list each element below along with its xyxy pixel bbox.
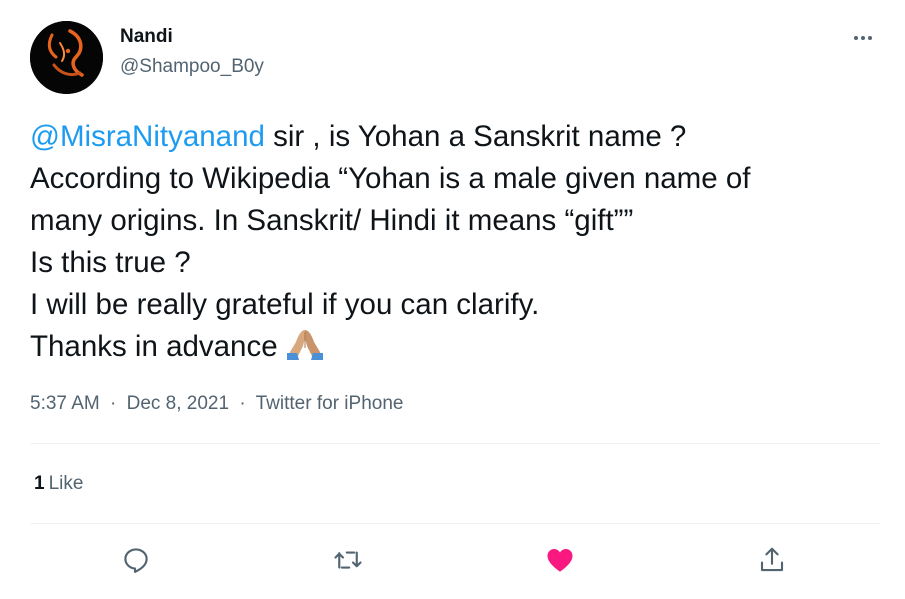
folded-hands-icon bbox=[284, 326, 326, 362]
tweet-text: @MisraNityanand sir , is Yohan a Sanskri… bbox=[30, 116, 890, 368]
more-icon bbox=[854, 36, 872, 40]
tweet-line: According to Wikipedia “Yohan is a male … bbox=[30, 162, 751, 195]
tweet-line-text: sir , is Yohan a Sanskrit name ? bbox=[264, 120, 687, 153]
more-options-button[interactable] bbox=[846, 26, 880, 50]
mention-link[interactable]: @MisraNityanand bbox=[30, 120, 265, 153]
tweet-date[interactable]: Dec 8, 2021 bbox=[127, 393, 229, 414]
share-button[interactable] bbox=[755, 543, 789, 577]
retweet-button[interactable] bbox=[331, 543, 365, 577]
meta-separator: · bbox=[110, 393, 117, 414]
tweet-meta: 5:37 AM · Dec 8, 2021 · Twitter for iPho… bbox=[30, 393, 403, 415]
tweet-line-text: Thanks in advance bbox=[30, 330, 278, 363]
tweet-line: many origins. In Sanskrit/ Hindi it mean… bbox=[30, 204, 634, 237]
avatar[interactable] bbox=[30, 21, 103, 94]
tweet-line: I will be really grateful if you can cla… bbox=[30, 288, 540, 321]
author-display-name[interactable]: Nandi bbox=[120, 26, 173, 48]
like-button[interactable] bbox=[543, 543, 577, 577]
reply-icon bbox=[124, 548, 148, 573]
meta-separator: · bbox=[239, 393, 246, 414]
nandi-avatar-icon bbox=[30, 21, 103, 94]
tweet-source[interactable]: Twitter for iPhone bbox=[256, 393, 404, 414]
likes-stat[interactable]: 1 Like bbox=[34, 473, 83, 495]
divider bbox=[30, 523, 880, 524]
reply-button[interactable] bbox=[119, 543, 153, 577]
tweet-line: Thanks in advance bbox=[30, 326, 890, 368]
heart-icon bbox=[547, 549, 573, 572]
tweet-time[interactable]: 5:37 AM bbox=[30, 393, 100, 414]
tweet-card: Nandi @Shampoo_B0y @MisraNityanand sir ,… bbox=[0, 0, 905, 599]
share-icon bbox=[760, 547, 784, 572]
tweet-line: Is this true ? bbox=[30, 246, 191, 279]
retweet-icon bbox=[334, 551, 362, 569]
divider bbox=[30, 443, 880, 444]
likes-label: Like bbox=[48, 473, 84, 494]
likes-count: 1 bbox=[34, 473, 45, 494]
tweet-line: @MisraNityanand sir , is Yohan a Sanskri… bbox=[30, 116, 890, 158]
author-handle[interactable]: @Shampoo_B0y bbox=[120, 56, 264, 78]
